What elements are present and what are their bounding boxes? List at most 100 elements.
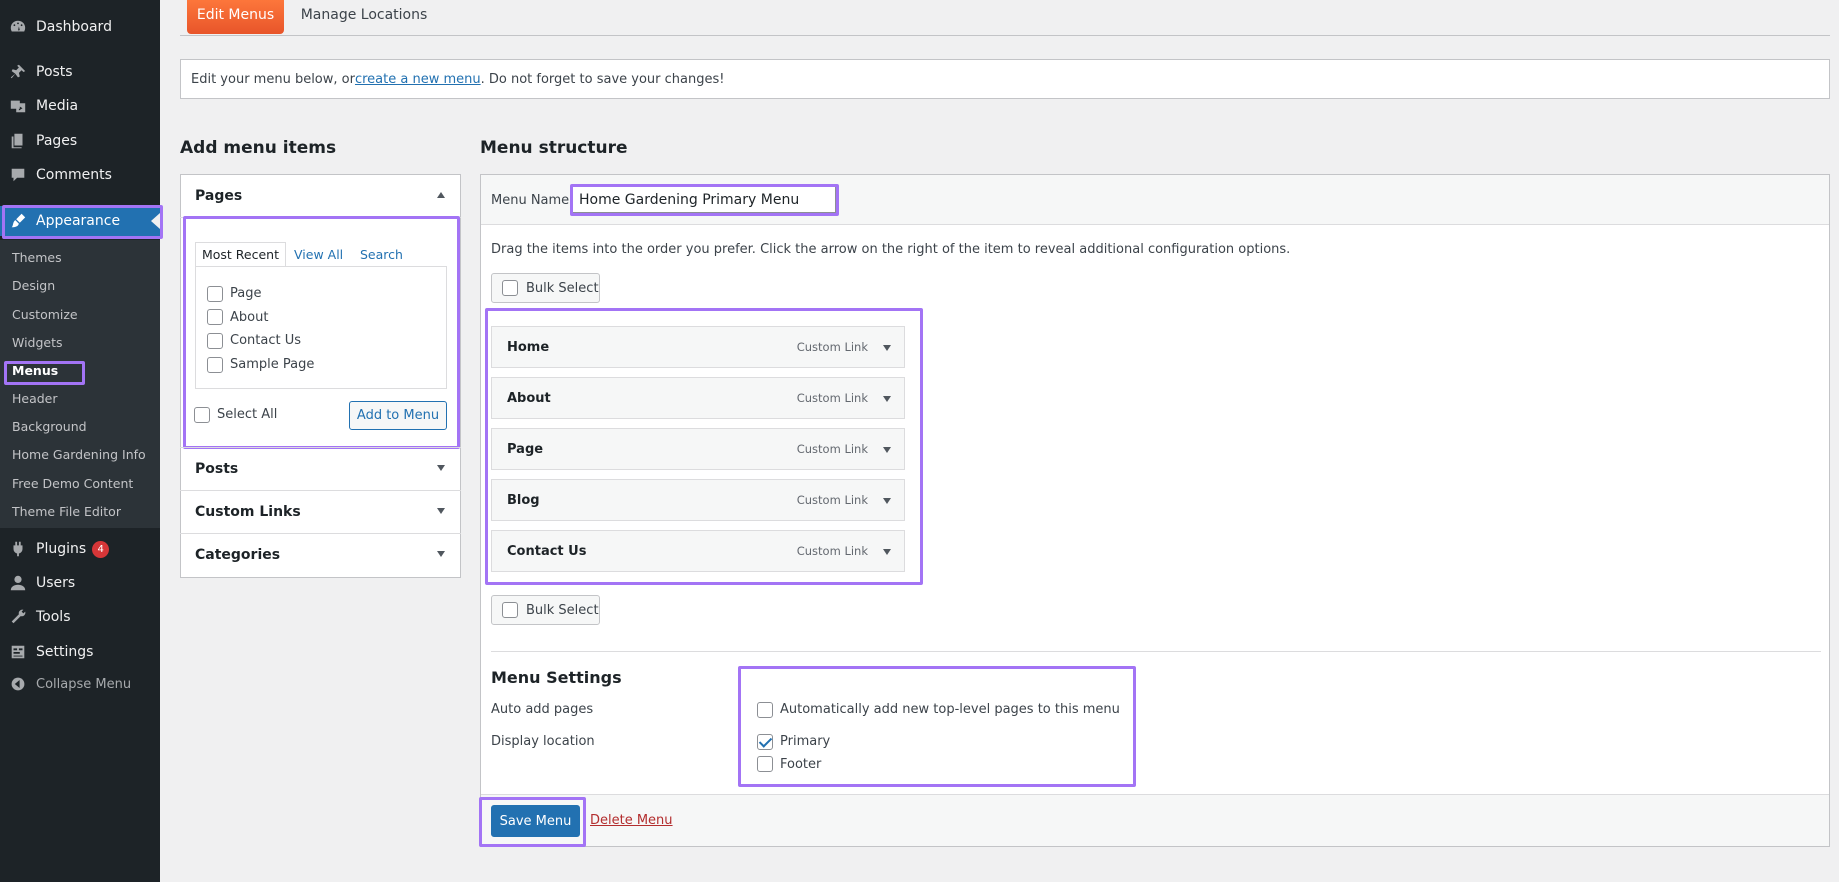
sidebar-item-settings[interactable]: Settings: [0, 637, 160, 667]
sidebar-item-label: Appearance: [36, 213, 121, 229]
collapse-menu-button[interactable]: Collapse Menu: [0, 669, 160, 699]
auto-add-pages-checkbox[interactable]: [757, 702, 773, 718]
chevron-down-icon: [437, 551, 445, 557]
add-to-menu-button[interactable]: Add to Menu: [349, 401, 447, 430]
bulk-select-checkbox[interactable]: [502, 602, 518, 618]
media-icon: [0, 97, 36, 115]
sidebar-item-label: Users: [36, 575, 76, 591]
edit-notice: Edit your menu below, or create a new me…: [180, 59, 1830, 99]
accordion-title: Pages: [195, 187, 243, 204]
menu-item-title: Blog: [507, 492, 540, 508]
page-checkbox-label: About: [230, 310, 269, 325]
bulk-select-label: Bulk Select: [526, 602, 599, 618]
wrench-icon: [0, 608, 36, 626]
sidebar-item-posts[interactable]: Posts: [0, 57, 160, 87]
plugin-update-badge: 4: [92, 540, 110, 558]
sidebar-item-users[interactable]: Users: [0, 568, 160, 598]
submenu-item-widgets[interactable]: Widgets: [12, 335, 63, 350]
sidebar-item-label: Plugins: [36, 541, 87, 557]
admin-sidebar: Dashboard Posts Media Pages Comments App…: [0, 0, 160, 882]
pages-icon: [0, 132, 36, 150]
location-footer-checkbox[interactable]: [757, 756, 773, 772]
page-checkbox-label: Contact Us: [230, 333, 301, 348]
accordion-custom-links-header[interactable]: Custom Links: [180, 490, 461, 533]
chevron-down-icon[interactable]: [883, 549, 891, 555]
bulk-select-checkbox[interactable]: [502, 280, 518, 296]
submenu-item-background[interactable]: Background: [12, 419, 87, 434]
submenu-item-theme-file-editor[interactable]: Theme File Editor: [12, 504, 121, 519]
menu-item-type: Custom Link: [796, 391, 868, 405]
create-new-menu-link[interactable]: create a new menu: [355, 72, 481, 87]
tab-manage-locations[interactable]: Manage Locations: [300, 0, 428, 34]
submenu-item-themes[interactable]: Themes: [12, 250, 62, 265]
select-all-checkbox[interactable]: [194, 407, 210, 423]
page-checkbox-label: Page: [230, 286, 262, 301]
sidebar-item-label: Settings: [36, 644, 94, 660]
page-checkbox[interactable]: [207, 309, 223, 325]
auto-add-pages-option: Automatically add new top-level pages to…: [780, 702, 1120, 717]
menu-item-title: Contact Us: [507, 543, 587, 559]
submenu-item-free-demo-content[interactable]: Free Demo Content: [12, 476, 133, 491]
drag-instructions: Drag the items into the order you prefer…: [491, 242, 1291, 257]
sidebar-item-dashboard[interactable]: Dashboard: [0, 12, 160, 42]
subtab-most-recent[interactable]: Most Recent: [195, 242, 286, 267]
paintbrush-icon: [0, 212, 36, 230]
bulk-select-bottom[interactable]: Bulk Select: [491, 595, 600, 625]
sidebar-item-label: Tools: [36, 609, 71, 625]
chevron-down-icon: [437, 508, 445, 514]
menu-structure-title: Menu structure: [480, 138, 628, 158]
submenu-item-design[interactable]: Design: [12, 278, 55, 293]
settings-divider: [491, 651, 1821, 652]
save-menu-button[interactable]: Save Menu: [491, 805, 580, 837]
menu-name-input[interactable]: [572, 186, 836, 213]
tab-edit-menus[interactable]: Edit Menus: [187, 0, 284, 34]
bulk-select-top[interactable]: Bulk Select: [491, 273, 600, 303]
current-page-indicator: [151, 213, 160, 229]
display-location-label: Display location: [491, 734, 595, 749]
accordion-posts-header[interactable]: Posts: [180, 447, 461, 490]
menu-item-about[interactable]: About Custom Link: [491, 377, 905, 419]
menu-item-title: Page: [507, 441, 544, 457]
chevron-down-icon: [437, 465, 445, 471]
menu-item-blog[interactable]: Blog Custom Link: [491, 479, 905, 521]
add-menu-items-title: Add menu items: [180, 138, 337, 158]
menu-item-contact-us[interactable]: Contact Us Custom Link: [491, 530, 905, 572]
menu-item-type: Custom Link: [796, 340, 868, 354]
chevron-down-icon[interactable]: [883, 498, 891, 504]
sidebar-item-tools[interactable]: Tools: [0, 602, 160, 632]
submenu-item-menus[interactable]: Menus: [12, 363, 58, 378]
auto-add-pages-label: Auto add pages: [491, 702, 594, 717]
sidebar-item-appearance[interactable]: Appearance: [0, 206, 160, 236]
page-checkbox[interactable]: [207, 286, 223, 302]
submenu-item-home-gardening-info[interactable]: Home Gardening Info: [12, 447, 146, 462]
menu-item-type: Custom Link: [796, 442, 868, 456]
accordion-title: Categories: [195, 546, 281, 563]
menu-item-page[interactable]: Page Custom Link: [491, 428, 905, 470]
sidebar-item-plugins[interactable]: Plugins 4: [0, 534, 160, 564]
subtab-search[interactable]: Search: [360, 242, 403, 267]
chevron-down-icon[interactable]: [883, 447, 891, 453]
accordion-categories-header[interactable]: Categories: [180, 533, 461, 576]
accordion-title: Custom Links: [195, 503, 301, 520]
comment-icon: [0, 166, 36, 184]
sidebar-item-pages[interactable]: Pages: [0, 126, 160, 156]
submenu-item-header[interactable]: Header: [12, 391, 58, 406]
sidebar-item-media[interactable]: Media: [0, 91, 160, 121]
dashboard-icon: [0, 18, 36, 36]
menu-item-type: Custom Link: [796, 544, 868, 558]
menu-footer-bar: [481, 794, 1829, 846]
chevron-down-icon[interactable]: [883, 396, 891, 402]
delete-menu-link[interactable]: Delete Menu: [590, 813, 673, 828]
accordion-pages-header[interactable]: Pages: [180, 174, 461, 217]
location-primary-checkbox[interactable]: [757, 734, 773, 750]
chevron-down-icon[interactable]: [883, 345, 891, 351]
subtab-view-all[interactable]: View All: [294, 242, 343, 267]
page-checkbox-label: Sample Page: [230, 357, 315, 372]
menu-name-label: Menu Name: [491, 193, 570, 208]
menu-item-home[interactable]: Home Custom Link: [491, 326, 905, 368]
page-checkbox[interactable]: [207, 333, 223, 349]
page-checkbox[interactable]: [207, 357, 223, 373]
submenu-item-customize[interactable]: Customize: [12, 307, 78, 322]
sidebar-item-label: Dashboard: [36, 19, 112, 35]
sidebar-item-comments[interactable]: Comments: [0, 160, 160, 190]
